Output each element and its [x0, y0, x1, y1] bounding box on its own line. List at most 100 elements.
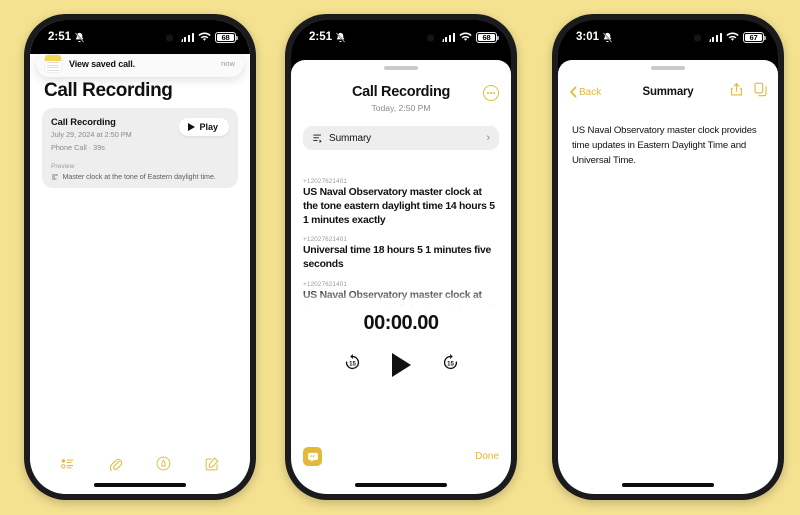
skip-back-15-icon[interactable]: 15 — [343, 353, 362, 377]
transcript-block: +12027621401 US Naval Observatory master… — [303, 281, 499, 306]
phone-2-screen: 2:51 68 Call Recording Today, 2:50 PM Su… — [291, 20, 511, 494]
status-time: 2:51 — [48, 31, 72, 43]
sheet-grabber[interactable] — [651, 66, 685, 70]
summary-row[interactable]: Summary › — [303, 126, 499, 150]
phone-1: 2:51 68 Call Recording Call Recording Ju… — [24, 14, 256, 500]
checklist-icon[interactable] — [60, 457, 75, 476]
nav-actions — [730, 82, 767, 102]
done-button[interactable]: Done — [475, 451, 499, 462]
transcript-block: +12027621401 US Naval Observatory master… — [303, 178, 499, 227]
summary-navbar: Back Summary — [558, 78, 778, 106]
transcript-text: US Naval Observatory master clock at the… — [303, 187, 495, 226]
front-camera — [166, 34, 173, 42]
card-date: July 29, 2024 at 2:50 PM — [51, 129, 132, 139]
battery-icon: 68 — [476, 31, 499, 43]
notes-app-icon — [45, 55, 61, 72]
preview-row: Master clock at the tone of Eastern dayl… — [51, 173, 229, 181]
transcript-list[interactable]: +12027621401 US Naval Observatory master… — [291, 178, 511, 306]
wifi-icon — [198, 32, 211, 41]
wifi-icon — [726, 32, 739, 41]
sheet-header: Call Recording Today, 2:50 PM — [291, 84, 511, 113]
play-icon[interactable] — [391, 353, 411, 377]
front-camera — [694, 34, 701, 42]
svg-text:15: 15 — [349, 361, 356, 367]
call-recording-sheet: Call Recording Today, 2:50 PM Summary › … — [291, 60, 511, 494]
dynamic-island-1 — [98, 26, 182, 50]
status-right-1: 68 — [180, 31, 238, 43]
page-title: Call Recording — [44, 80, 173, 101]
status-bar-1: 2:51 68 — [30, 20, 250, 54]
notification-time: now — [221, 59, 235, 68]
call-recording-card[interactable]: Call Recording July 29, 2024 at 2:50 PM … — [42, 108, 238, 189]
bell-slash-icon — [335, 32, 346, 42]
status-left-2: 2:51 — [309, 31, 346, 43]
transcript-speaker: +12027621401 — [303, 281, 348, 289]
copy-icon[interactable] — [754, 82, 767, 102]
svg-text:15: 15 — [447, 361, 454, 367]
paperclip-icon[interactable] — [109, 457, 123, 476]
status-left-1: 2:51 — [48, 31, 85, 43]
sheet-subtitle: Today, 2:50 PM — [371, 103, 431, 113]
card-text-block: Call Recording July 29, 2024 at 2:50 PM … — [51, 116, 132, 153]
status-time: 3:01 — [576, 31, 600, 43]
share-icon[interactable] — [730, 82, 743, 102]
summary-row-label: Summary — [329, 132, 372, 144]
dynamic-island-2 — [359, 26, 443, 50]
home-indicator-2 — [355, 482, 447, 487]
player-controls: 15 15 — [291, 353, 511, 377]
play-icon — [188, 123, 196, 131]
preview-text: Master clock at the tone of Eastern dayl… — [62, 173, 216, 182]
status-right-3: 67 — [708, 31, 766, 43]
notes-toolbar — [30, 456, 250, 476]
cellular-signal-icon — [441, 32, 455, 42]
sheet-footer: Done — [291, 447, 511, 466]
play-button[interactable]: Play — [179, 118, 229, 136]
markup-pen-icon[interactable] — [156, 456, 171, 476]
summary-icon — [313, 134, 322, 143]
notification-text: View saved call. — [69, 58, 135, 69]
back-button[interactable]: Back — [569, 86, 601, 98]
transcript-speaker: +12027621401 — [303, 178, 348, 185]
compose-icon[interactable] — [205, 456, 219, 476]
phone-3-screen: 3:01 67 Back Summary US Naval Observator… — [558, 20, 778, 494]
home-indicator-3 — [622, 482, 714, 487]
home-indicator-1 — [94, 482, 186, 487]
chevron-left-icon — [570, 86, 577, 98]
bell-slash-icon — [74, 32, 85, 42]
status-time: 2:51 — [309, 31, 333, 43]
transcript-quote-icon[interactable] — [303, 447, 322, 466]
transcript-block: +12027621401 Universal time 18 hours 5 1… — [303, 236, 499, 272]
notification-banner[interactable]: View saved call. now — [36, 50, 244, 77]
player-timer: 00:00.00 — [363, 312, 439, 334]
sheet-grabber[interactable] — [384, 66, 418, 70]
battery-icon: 67 — [743, 31, 766, 43]
wifi-icon — [459, 32, 472, 41]
status-left-3: 3:01 — [576, 31, 613, 43]
status-right-2: 68 — [441, 31, 499, 43]
more-options-icon[interactable] — [483, 85, 499, 101]
transcript-text: Universal time 18 hours 5 1 minutes five… — [303, 245, 492, 271]
screenshot-stage: 2:51 68 Call Recording Call Recording Ju… — [0, 0, 800, 515]
phone-3: 3:01 67 Back Summary US Naval Observator… — [552, 14, 784, 500]
phone-2: 2:51 68 Call Recording Today, 2:50 PM Su… — [285, 14, 517, 500]
transcript-icon — [52, 173, 58, 180]
play-button-label: Play — [199, 122, 218, 132]
cellular-signal-icon — [708, 32, 722, 42]
status-bar-3: 3:01 67 — [558, 20, 778, 54]
card-meta: Phone Call · 39s — [51, 142, 105, 152]
battery-icon: 68 — [215, 31, 238, 43]
summary-sheet: Back Summary US Naval Observatory master… — [558, 60, 778, 494]
sheet-title: Call Recording — [351, 84, 451, 100]
chevron-right-icon: › — [486, 132, 490, 144]
preview-label: Preview — [51, 163, 75, 171]
card-top-row: Call Recording July 29, 2024 at 2:50 PM … — [51, 116, 229, 153]
transcript-text: US Naval Observatory master clock at the… — [303, 290, 495, 306]
bell-slash-icon — [602, 32, 613, 42]
notes-list-body: Call Recording Call Recording July 29, 2… — [30, 54, 250, 494]
front-camera — [427, 34, 434, 42]
status-bar-2: 2:51 68 — [291, 20, 511, 54]
dynamic-island-3 — [626, 26, 710, 50]
back-button-label: Back — [579, 86, 602, 98]
skip-forward-15-icon[interactable]: 15 — [441, 353, 460, 377]
summary-text: US Naval Observatory master clock provid… — [572, 125, 757, 166]
